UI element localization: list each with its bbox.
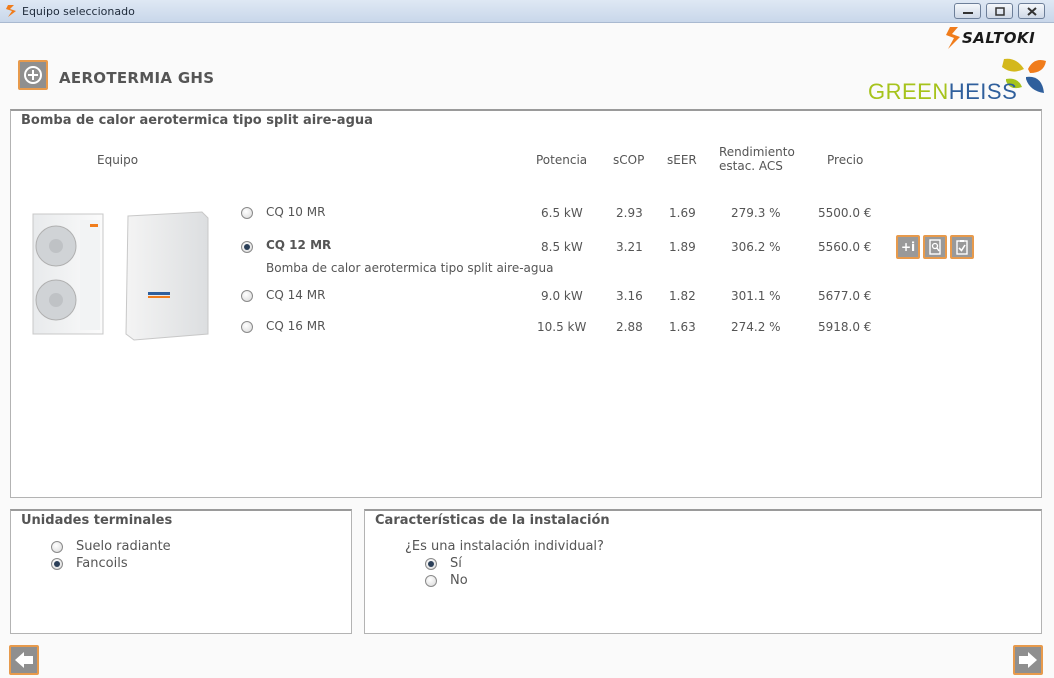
clipboard-check-icon [956,240,968,255]
potencia-cq12: 8.5 kW [541,240,583,254]
terminal-label-suelo[interactable]: Suelo radiante [76,539,171,554]
column-header-rendimiento-line2: estac. ACS [719,159,783,173]
maximize-button[interactable] [986,3,1013,19]
model-radio-cq10[interactable] [241,207,253,219]
precio-cq16: 5918.0 € [818,320,872,334]
seer-cq12: 1.89 [669,240,696,254]
next-button[interactable] [1013,645,1043,675]
installation-label-si[interactable]: Sí [450,556,462,571]
model-radio-cq12[interactable] [241,241,253,253]
column-header-precio: Precio [827,153,864,167]
installation-title: Características de la instalación [375,513,610,528]
column-header-seer: sEER [667,153,697,167]
scop-cq12: 3.21 [616,240,643,254]
saltoki-wordmark: SALTOKI [962,29,1036,47]
checklist-button[interactable] [950,235,974,259]
rendimiento-cq12: 306.2 % [731,240,781,254]
terminal-label-fancoils[interactable]: Fancoils [76,556,128,571]
saltoki-s-icon [3,3,19,19]
rendimiento-cq14: 301.1 % [731,289,781,303]
model-radio-cq14[interactable] [241,290,253,302]
saltoki-logo: SALTOKI [944,26,1044,50]
installation-label-no[interactable]: No [450,573,468,588]
window-title: Equipo seleccionado [22,5,135,18]
precio-cq10: 5500.0 € [818,206,872,220]
add-circle-icon[interactable] [18,60,48,90]
terminal-units-panel: Unidades terminales [10,509,352,634]
terminal-radio-suelo[interactable] [51,541,63,553]
column-header-equipo: Equipo [97,153,139,167]
installation-radio-si[interactable] [425,558,437,570]
column-header-potencia: Potencia [536,153,588,167]
seer-cq14: 1.82 [669,289,696,303]
seer-cq10: 1.69 [669,206,696,220]
model-name-cq16[interactable]: CQ 16 MR [266,319,325,333]
model-name-cq12[interactable]: CQ 12 MR [266,238,331,252]
page-title: AEROTERMIA GHS [59,69,215,87]
rendimiento-cq10: 279.3 % [731,206,781,220]
back-button[interactable] [9,645,39,675]
installation-radio-no[interactable] [425,575,437,587]
greenheiss-wordmark: GREENHEISS [868,79,1018,104]
column-header-scop: sCOP [613,153,645,167]
scop-cq10: 2.93 [616,206,643,220]
precio-cq14: 5677.0 € [818,289,872,303]
installation-question: ¿Es una instalación individual? [405,539,604,554]
document-search-button[interactable] [923,235,947,259]
minimize-button[interactable] [954,3,981,19]
column-header-rendimiento-line1: Rendimiento [719,145,795,159]
close-button[interactable] [1018,3,1045,19]
arrow-left-icon [15,652,33,668]
seer-cq16: 1.63 [669,320,696,334]
terminal-units-title: Unidades terminales [21,513,173,528]
terminal-radio-fancoils[interactable] [51,558,63,570]
installation-panel: Características de la instalación [364,509,1042,634]
potencia-cq14: 9.0 kW [541,289,583,303]
greenheiss-logo: GREENHEISS [866,57,1046,104]
potencia-cq16: 10.5 kW [537,320,587,334]
heat-pump-image [30,210,210,342]
column-header-rendimiento: Rendimiento estac. ACS [719,145,795,173]
model-description-cq12: Bomba de calor aerotermica tipo split ai… [266,261,554,275]
potencia-cq10: 6.5 kW [541,206,583,220]
model-name-cq14[interactable]: CQ 14 MR [266,288,325,302]
rendimiento-cq16: 274.2 % [731,320,781,334]
more-info-button[interactable]: +i [896,235,920,259]
precio-cq12: 5560.0 € [818,240,872,254]
model-name-cq10[interactable]: CQ 10 MR [266,205,325,219]
window-titlebar: Equipo seleccionado [0,0,1054,23]
model-radio-cq16[interactable] [241,321,253,333]
document-search-icon [929,239,941,255]
scop-cq16: 2.88 [616,320,643,334]
equipment-panel-title: Bomba de calor aerotermica tipo split ai… [21,113,373,128]
arrow-right-icon [1019,652,1037,668]
scop-cq14: 3.16 [616,289,643,303]
